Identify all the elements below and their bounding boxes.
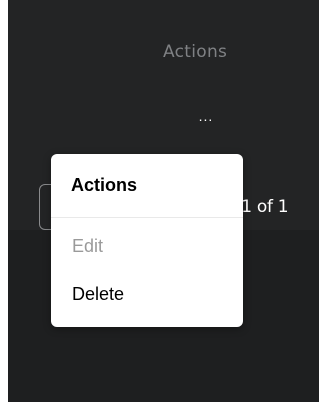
- row-actions-button[interactable]: ...: [194, 104, 218, 128]
- menu-divider: [51, 217, 243, 218]
- menu-item-delete[interactable]: Delete: [51, 275, 243, 313]
- table-screen: Actions ... e 1 of 1 Actions Edit Delete: [8, 0, 319, 402]
- menu-title: Actions: [71, 175, 138, 195]
- actions-column-header: Actions: [163, 42, 228, 62]
- menu-item-edit[interactable]: Edit: [51, 227, 243, 265]
- actions-dropdown-menu: Actions Edit Delete: [51, 154, 243, 327]
